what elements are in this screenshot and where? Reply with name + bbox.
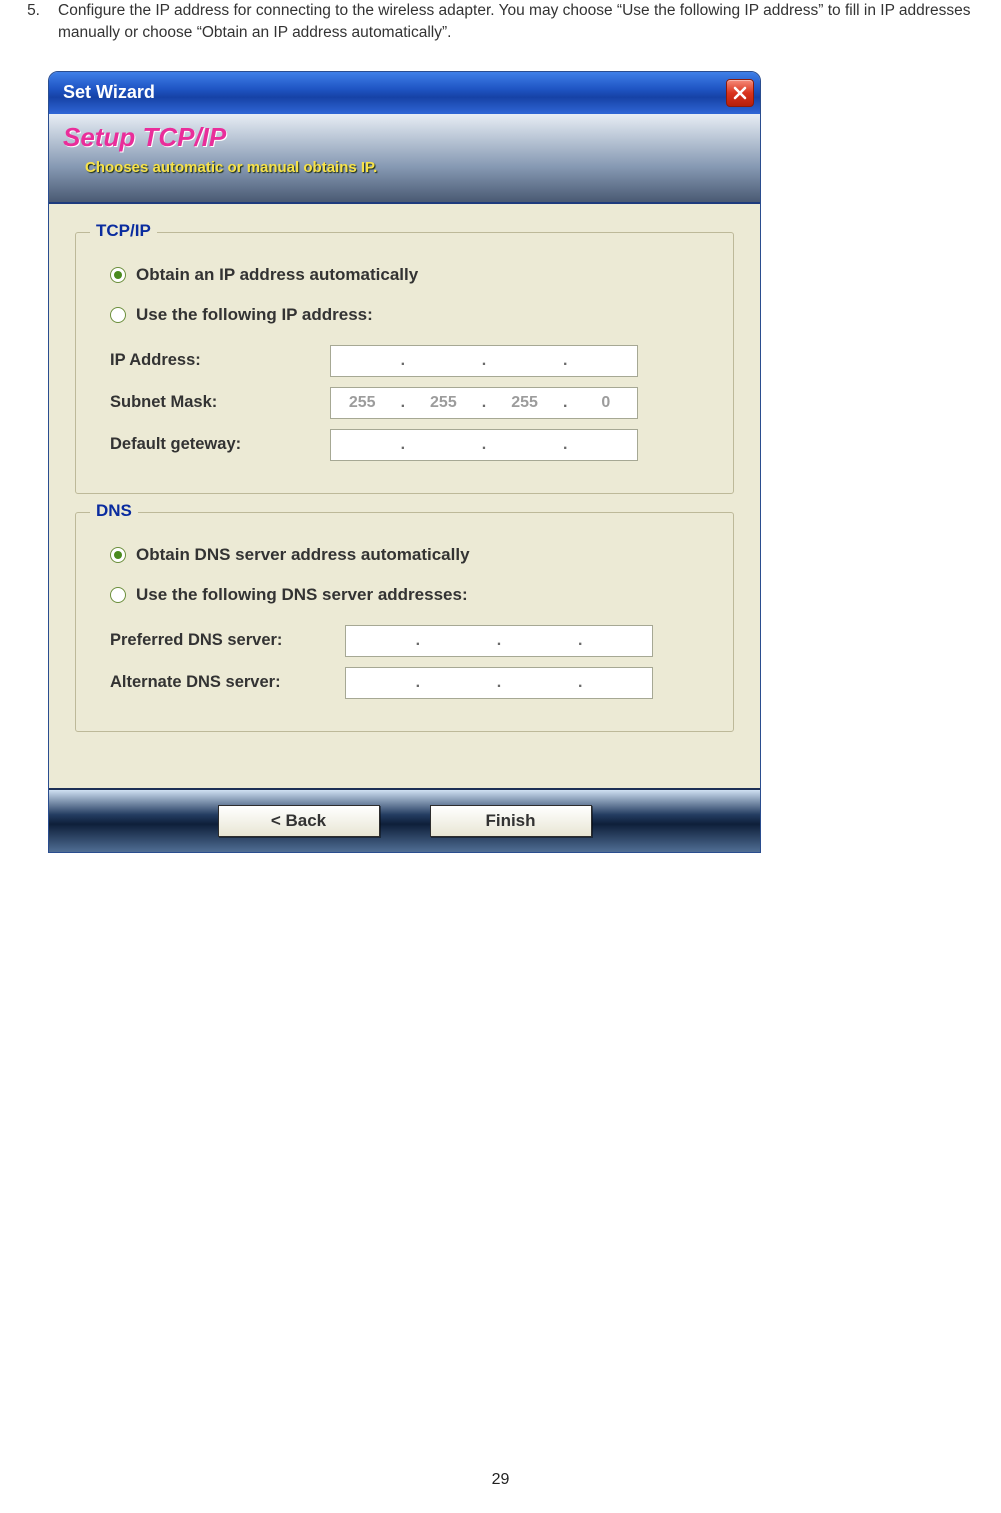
instruction-text: Configure the IP address for connecting … (58, 0, 981, 45)
instruction-step: 5. Configure the IP address for connecti… (20, 0, 981, 45)
close-icon (733, 86, 747, 100)
subnet-mask-label: Subnet Mask: (110, 393, 330, 412)
radio-icon (110, 267, 126, 283)
page-number: 29 (0, 1471, 1001, 1489)
ip-octet: 255 (338, 394, 386, 412)
radio-icon (110, 307, 126, 323)
alternate-dns-input[interactable]: . . . (345, 667, 653, 699)
gateway-row: Default geteway: . . . (110, 429, 711, 461)
alternate-dns-row: Alternate DNS server: . . . (110, 667, 711, 699)
preferred-dns-label: Preferred DNS server: (110, 631, 345, 650)
ip-address-row: IP Address: . . . (110, 345, 711, 377)
tcpip-radio-auto-label: Obtain an IP address automatically (136, 265, 418, 285)
preferred-dns-input[interactable]: . . . (345, 625, 653, 657)
gateway-label: Default geteway: (110, 435, 330, 454)
dns-radio-manual-label: Use the following DNS server addresses: (136, 585, 468, 605)
ip-octet: 255 (501, 394, 549, 412)
wizard-header: Setup TCP/IP Chooses automatic or manual… (49, 114, 760, 204)
preferred-dns-row: Preferred DNS server: . . . (110, 625, 711, 657)
finish-button[interactable]: Finish (430, 805, 592, 837)
window-title: Set Wizard (63, 82, 155, 103)
tcpip-radio-manual[interactable]: Use the following IP address: (110, 305, 711, 325)
dns-radio-auto-label: Obtain DNS server address automatically (136, 545, 470, 565)
ip-address-label: IP Address: (110, 351, 330, 370)
alternate-dns-label: Alternate DNS server: (110, 673, 345, 692)
ip-address-input[interactable]: . . . (330, 345, 638, 377)
gateway-input[interactable]: . . . (330, 429, 638, 461)
instruction-number: 5. (20, 0, 40, 45)
dns-radio-auto[interactable]: Obtain DNS server address automatically (110, 545, 711, 565)
tcpip-radio-auto[interactable]: Obtain an IP address automatically (110, 265, 711, 285)
window-titlebar: Set Wizard (49, 72, 760, 114)
radio-icon (110, 547, 126, 563)
tcpip-radio-manual-label: Use the following IP address: (136, 305, 373, 325)
wizard-footer: < Back Finish (49, 788, 760, 852)
wizard-body: TCP/IP Obtain an IP address automaticall… (49, 204, 760, 788)
ip-octet: 255 (419, 394, 467, 412)
tcpip-legend: TCP/IP (90, 221, 157, 241)
finish-button-label: Finish (485, 811, 535, 831)
dns-legend: DNS (90, 501, 138, 521)
subnet-mask-row: Subnet Mask: 255. 255. 255. 0 (110, 387, 711, 419)
tcpip-group: TCP/IP Obtain an IP address automaticall… (75, 232, 734, 494)
subnet-mask-input[interactable]: 255. 255. 255. 0 (330, 387, 638, 419)
back-button[interactable]: < Back (218, 805, 380, 837)
back-button-label: < Back (271, 811, 326, 831)
dns-group: DNS Obtain DNS server address automatica… (75, 512, 734, 732)
wizard-header-title: Setup TCP/IP (63, 122, 746, 153)
set-wizard-window: Set Wizard Setup TCP/IP Chooses automati… (48, 71, 761, 853)
radio-icon (110, 587, 126, 603)
dns-radio-manual[interactable]: Use the following DNS server addresses: (110, 585, 711, 605)
ip-octet: 0 (582, 394, 630, 412)
close-button[interactable] (726, 79, 754, 107)
wizard-header-subtitle: Chooses automatic or manual obtains IP. (85, 159, 746, 176)
